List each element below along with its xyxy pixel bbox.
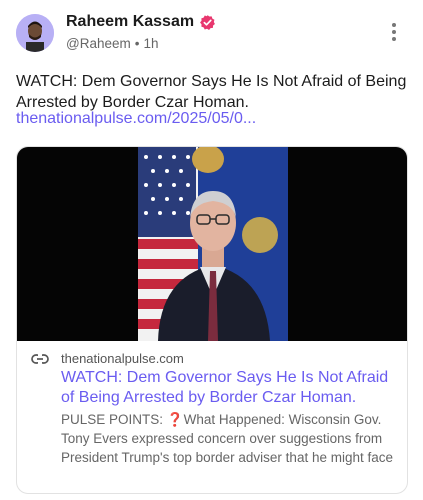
- verified-badge-icon: [200, 14, 216, 30]
- link-card-thumbnail: [17, 147, 407, 341]
- avatar[interactable]: [16, 14, 54, 52]
- link-card-body: thenationalpulse.com WATCH: Dem Governor…: [17, 342, 407, 493]
- link-card[interactable]: thenationalpulse.com WATCH: Dem Governor…: [16, 146, 408, 494]
- link-card-description: PULSE POINTS: ❓What Happened: Wisconsin …: [61, 412, 393, 465]
- link-card-domain: thenationalpulse.com: [61, 351, 184, 366]
- post-time[interactable]: 1h: [143, 36, 158, 51]
- author-handle[interactable]: @Raheem: [66, 36, 131, 51]
- link-card-title[interactable]: WATCH: Dem Governor Says He Is Not Afrai…: [61, 368, 396, 408]
- meta-separator: •: [134, 36, 140, 51]
- post-text: WATCH: Dem Governor Says He Is Not Afrai…: [16, 73, 407, 111]
- author-row: Raheem Kassam: [66, 13, 216, 31]
- more-vertical-icon[interactable]: [388, 23, 400, 45]
- post-meta: @Raheem • 1h: [66, 36, 159, 51]
- post-link[interactable]: thenationalpulse.com/2025/05/0...: [16, 110, 256, 128]
- link-icon: [31, 353, 49, 365]
- post: Raheem Kassam @Raheem • 1h WATCH: Dem Go…: [0, 0, 423, 500]
- author-name[interactable]: Raheem Kassam: [66, 13, 194, 31]
